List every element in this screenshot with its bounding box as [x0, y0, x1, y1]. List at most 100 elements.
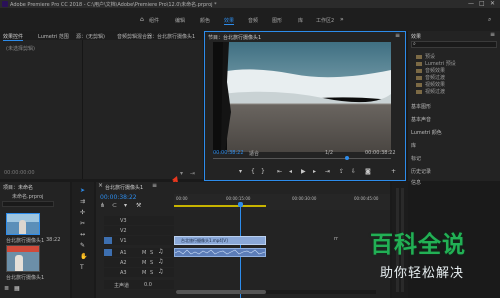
marker-icon[interactable]: ▾ [239, 169, 242, 175]
panel-menu-icon[interactable]: ≡ [490, 32, 495, 38]
video-clip[interactable]: 台北旅行摄像头1.mp4[V] [174, 236, 266, 245]
mute-button[interactable]: M [142, 250, 146, 256]
track-target[interactable] [104, 249, 112, 256]
effects-tree-item[interactable]: 音频过渡 [416, 74, 445, 81]
maximize-button[interactable]: □ [479, 0, 485, 7]
workspace-menu-icon[interactable]: » [340, 16, 344, 23]
export-icon[interactable]: ⇥ [190, 171, 195, 177]
mute-button[interactable]: M [142, 260, 146, 266]
camera-icon[interactable]: ◙ [365, 169, 371, 175]
zoom-select[interactable]: 适合 [249, 150, 259, 157]
workspace-tab-7[interactable]: 工作区2 [316, 17, 334, 24]
home-icon[interactable]: ⌂ [140, 16, 144, 23]
step-back-icon[interactable]: ◂ [289, 169, 292, 175]
extract-icon[interactable]: ⇩ [351, 169, 356, 175]
scrollbar-thumb[interactable] [176, 290, 266, 294]
selection-tool-icon[interactable]: ➤ [80, 188, 85, 194]
track-select-tool-icon[interactable]: ⇉ [80, 199, 85, 205]
add-marker-icon[interactable]: ▾ [124, 203, 127, 209]
tab-lumetri-scopes[interactable]: Lumetri 范围 [38, 33, 69, 40]
track-header-v2[interactable]: V2 [104, 226, 174, 235]
effects-tree-item[interactable]: Lumetri 预设 [416, 60, 456, 67]
ripple-edit-tool-icon[interactable]: ✢ [80, 210, 85, 216]
type-tool-icon[interactable]: T [80, 265, 84, 271]
play-icon[interactable]: ▶ [301, 169, 306, 175]
slip-tool-icon[interactable]: ↔ [80, 232, 85, 238]
workspace-tab-1[interactable]: 编辑 [175, 17, 185, 24]
section-libraries[interactable]: 库 [411, 142, 416, 149]
mic-icon[interactable]: ♫ [158, 269, 163, 275]
time-ruler[interactable]: 00:00 00:00:15:00 00:00:30:00 00:00:45:0… [174, 194, 390, 210]
workspace-tab-3[interactable]: 效果 [224, 17, 235, 25]
out-point-icon[interactable]: } [261, 169, 265, 175]
track-header-v1[interactable]: V1 [104, 236, 174, 245]
goto-out-icon[interactable]: ⇥ [325, 169, 330, 175]
razor-tool-icon[interactable]: ✂ [80, 221, 85, 227]
snap-icon[interactable]: ⋔ [100, 203, 105, 209]
section-markers[interactable]: 标记 [411, 155, 421, 162]
mute-button[interactable]: M [142, 270, 146, 276]
pen-tool-icon[interactable]: ✎ [80, 243, 85, 249]
solo-button[interactable]: S [150, 260, 153, 266]
track-header-a1[interactable]: A1 M S ♫ [104, 248, 174, 257]
effects-search-input[interactable] [411, 41, 497, 48]
panel-menu-icon[interactable]: ≡ [152, 183, 157, 189]
lift-icon[interactable]: ⇪ [339, 169, 344, 175]
workspace-tab-5[interactable]: 图形 [272, 17, 282, 24]
effects-tree-item[interactable]: 音频效果 [416, 67, 445, 74]
in-point-icon[interactable]: { [251, 169, 255, 175]
track-header-a2[interactable]: A2 M S ♫ [104, 258, 174, 267]
section-lumetri-color[interactable]: Lumetri 颜色 [411, 129, 442, 136]
playhead-marker[interactable] [345, 156, 349, 160]
workspace-tab-4[interactable]: 音频 [248, 17, 258, 24]
clip-thumbnail[interactable] [6, 213, 40, 235]
effects-tree-item[interactable]: 预设 [416, 53, 435, 60]
project-search-input[interactable] [2, 201, 54, 207]
track-header-a3[interactable]: A3 M S ♫ [104, 268, 174, 277]
audio-clip[interactable] [174, 248, 266, 257]
add-button[interactable]: + [391, 169, 396, 175]
timeline-scrollbar[interactable] [176, 290, 376, 294]
workspace-tab-6[interactable]: 库 [298, 17, 303, 24]
section-essential-sound[interactable]: 基本声音 [411, 116, 431, 123]
solo-button[interactable]: S [150, 250, 153, 256]
mic-icon[interactable]: ♫ [158, 249, 163, 255]
solo-button[interactable]: S [150, 270, 153, 276]
mic-icon[interactable]: ♫ [158, 259, 163, 265]
workspace-tab-2[interactable]: 颜色 [200, 17, 210, 24]
playhead-scrubber[interactable] [213, 156, 391, 160]
workspace-tab-0[interactable]: 组件 [149, 17, 159, 24]
hand-tool-icon[interactable]: ✋ [80, 254, 87, 260]
work-area-bar[interactable] [174, 205, 266, 207]
close-tab-icon[interactable]: × [98, 183, 103, 189]
minimize-button[interactable]: — [468, 0, 474, 7]
section-info[interactable]: 信息 [411, 179, 421, 186]
timeline-timecode[interactable]: 00:00:38:22 [100, 194, 137, 201]
playhead-head[interactable] [238, 202, 243, 207]
timeline-tab[interactable]: 台北旅行摄像头1 [105, 184, 143, 191]
step-forward-icon[interactable]: ▸ [313, 169, 316, 175]
master-track-header[interactable]: 主声道 0.0 [104, 280, 174, 289]
resolution-select[interactable]: 1/2 [325, 150, 333, 156]
list-view-icon[interactable]: ≣ [4, 286, 9, 292]
goto-in-icon[interactable]: ⇤ [277, 169, 282, 175]
tab-effect-controls[interactable]: 效果控件 [3, 33, 24, 41]
panel-menu-icon[interactable]: ≡ [395, 33, 400, 39]
effects-tree-item[interactable]: 视频效果 [416, 81, 445, 88]
search-icon[interactable]: ⌕ [488, 16, 491, 24]
linked-selection-icon[interactable]: ⊂ [112, 203, 117, 209]
current-timecode[interactable]: 00:00:38:22 [213, 150, 244, 156]
filter-icon[interactable]: ▾ [180, 171, 183, 177]
project-panel-tab[interactable]: 项目：未命名 [3, 184, 33, 191]
icon-view-icon[interactable]: ▦ [14, 286, 20, 292]
clip-thumbnail[interactable] [6, 245, 40, 272]
section-history[interactable]: 历史记录 [411, 168, 431, 175]
close-button[interactable]: ✕ [490, 0, 495, 7]
effects-tree-item[interactable]: 视频过渡 [416, 88, 445, 95]
tab-source[interactable]: 源：(无剪辑) [76, 33, 105, 40]
track-header-v3[interactable]: V3 [104, 216, 174, 225]
track-target[interactable] [104, 237, 112, 244]
tab-audio-clip-mixer[interactable]: 音频剪辑混合器：台北旅行摄像头1 [117, 33, 195, 40]
section-essential-graphics[interactable]: 基本图形 [411, 103, 431, 110]
wrench-icon[interactable]: ⚒ [136, 203, 141, 209]
